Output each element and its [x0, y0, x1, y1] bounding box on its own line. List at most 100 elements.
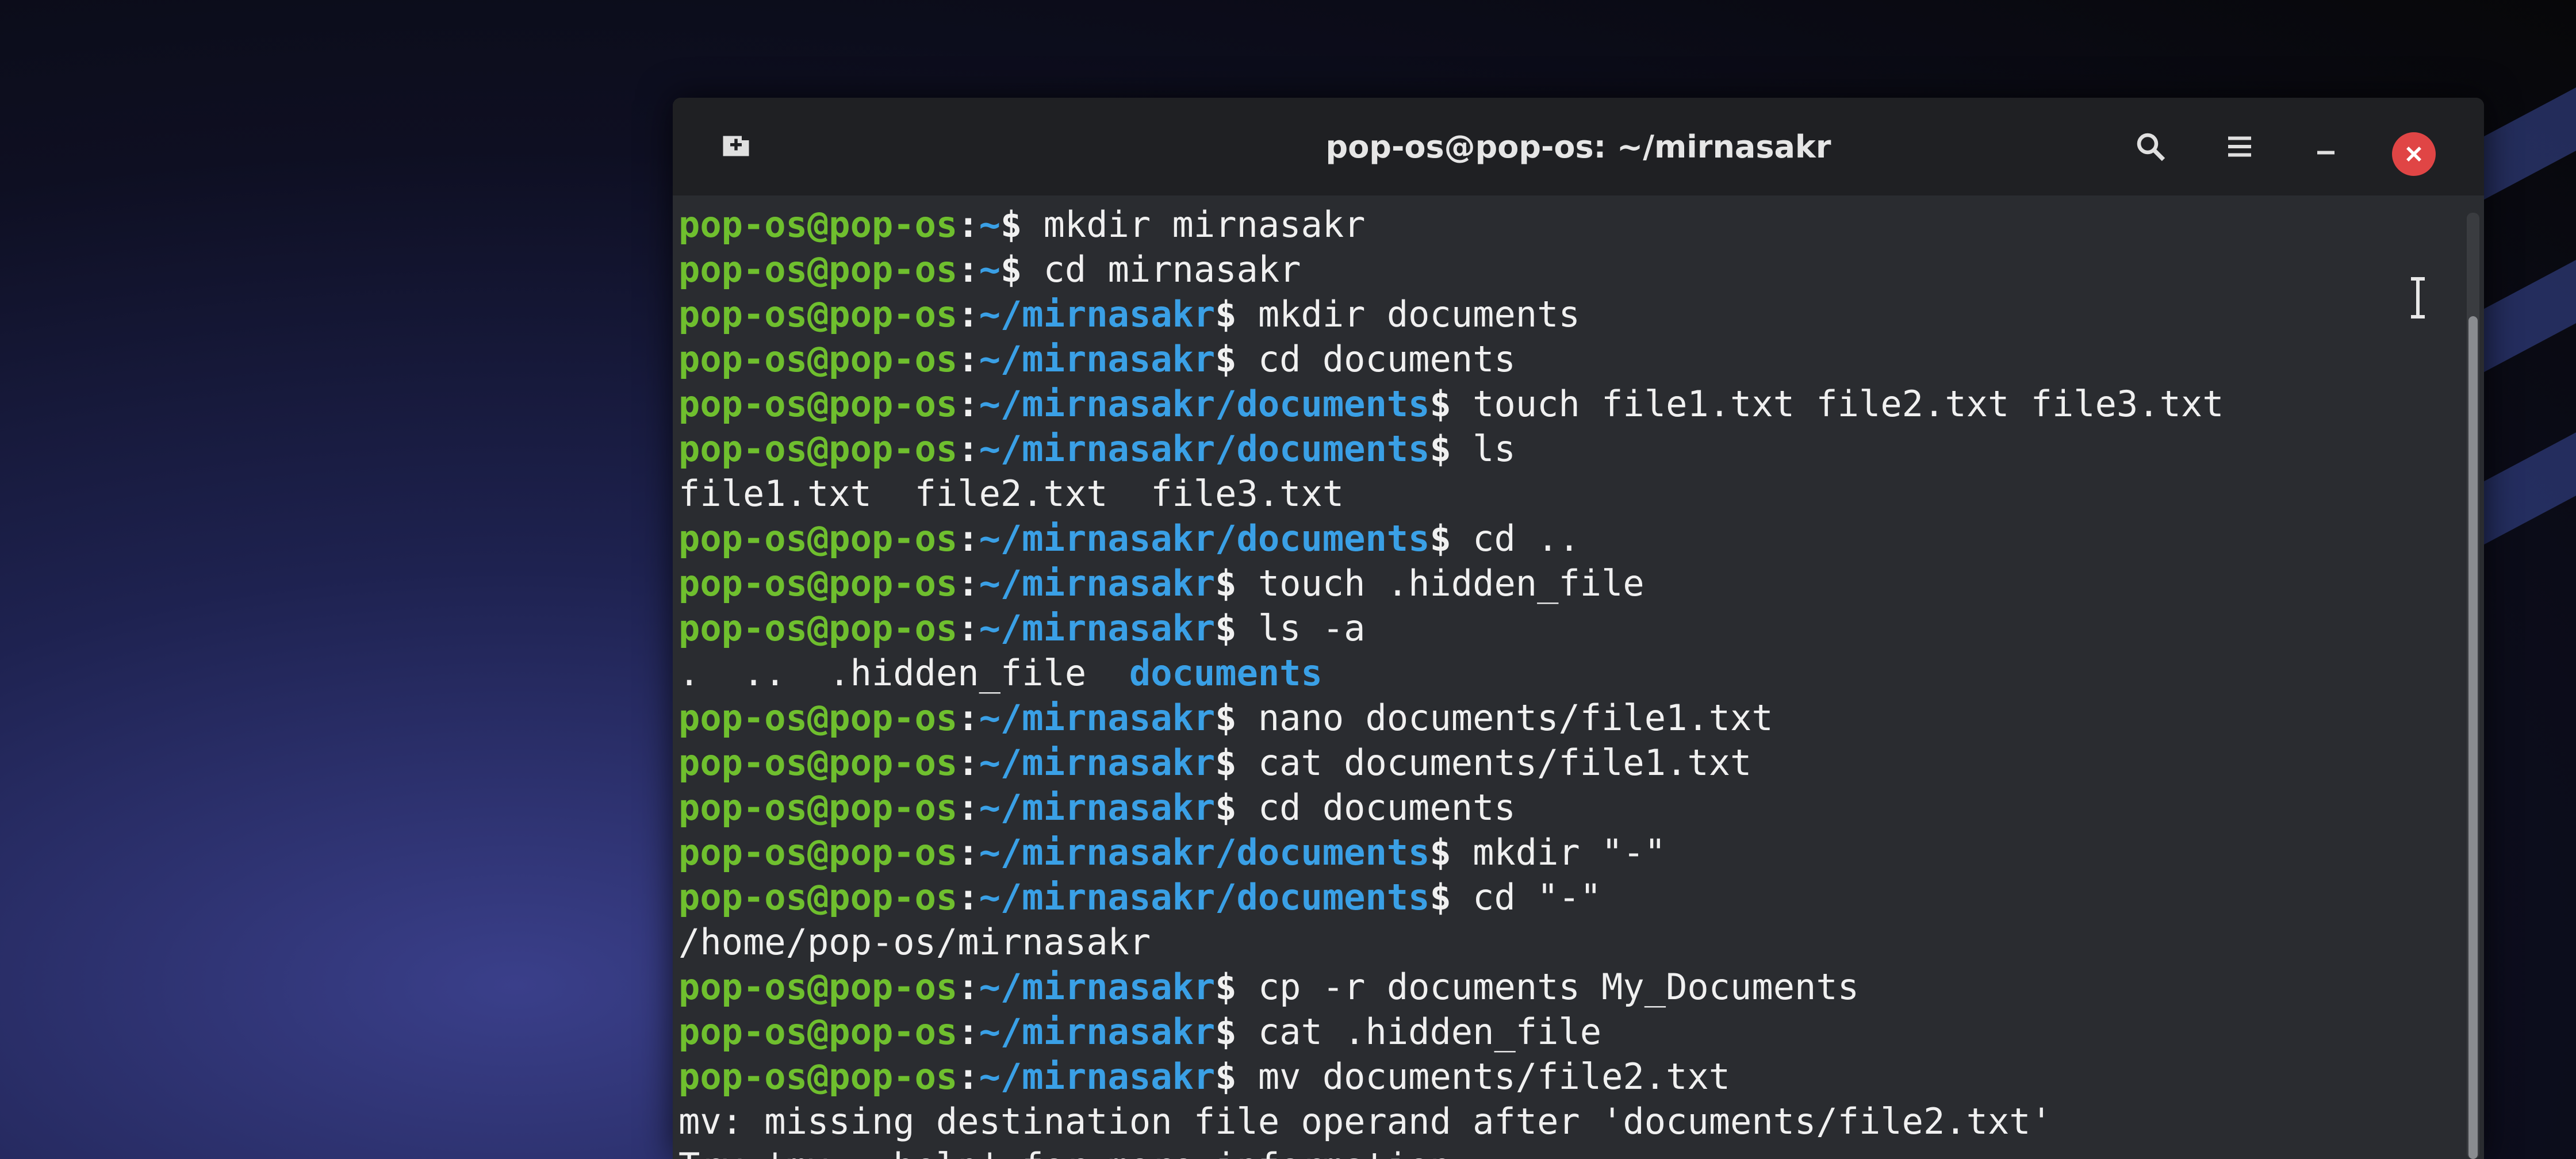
prompt-path: ~/mirnasakr	[979, 966, 1216, 1008]
prompt-user-host: pop-os@pop-os	[678, 204, 958, 245]
prompt-colon: :	[957, 876, 979, 918]
prompt-path: ~/mirnasakr	[979, 742, 1216, 784]
prompt-colon: :	[957, 607, 979, 649]
scrollbar-thumb[interactable]	[2468, 316, 2478, 1159]
prompt-colon: :	[957, 562, 979, 604]
command-text: touch file1.txt file2.txt file3.txt	[1473, 383, 2224, 425]
prompt-dollar: $	[1215, 1011, 1258, 1053]
prompt-colon: :	[957, 966, 979, 1008]
output-text: /home/pop-os/mirnasakr	[678, 921, 1151, 963]
prompt-path: ~/mirnasakr	[979, 1056, 1216, 1097]
prompt-user-host: pop-os@pop-os	[678, 293, 958, 335]
prompt-dollar: $	[1429, 517, 1473, 559]
terminal-line: pop-os@pop-os:~/mirnasakr$ mv documents/…	[673, 1054, 2461, 1099]
hamburger-menu-icon	[2228, 136, 2251, 157]
prompt-user-host: pop-os@pop-os	[678, 1011, 958, 1053]
terminal-line: pop-os@pop-os:~/mirnasakr$ cd documents	[673, 337, 2461, 382]
prompt-dollar: $	[1429, 383, 1473, 425]
command-text: mkdir "-"	[1473, 831, 1666, 873]
terminal-line: pop-os@pop-os:~/mirnasakr/documents$ cd …	[673, 516, 2461, 561]
terminal-line: pop-os@pop-os:~/mirnasakr/documents$ ls	[673, 427, 2461, 471]
prompt-colon: :	[957, 1011, 979, 1053]
prompt-colon: :	[957, 383, 979, 425]
close-icon	[2406, 147, 2421, 162]
terminal-line: pop-os@pop-os:~$ cd mirnasakr	[673, 247, 2461, 292]
terminal-line: pop-os@pop-os:~/mirnasakr$ nano document…	[673, 696, 2461, 740]
terminal-line: pop-os@pop-os:~/mirnasakr$ mkdir documen…	[673, 292, 2461, 337]
terminal-line: pop-os@pop-os:~/mirnasakr/documents$ tou…	[673, 382, 2461, 427]
terminal-line: pop-os@pop-os:~/mirnasakr/documents$ cd …	[673, 875, 2461, 920]
prompt-colon: :	[957, 786, 979, 828]
prompt-user-host: pop-os@pop-os	[678, 517, 958, 559]
prompt-path: ~/mirnasakr	[979, 607, 1216, 649]
output-text: . .. .hidden_file	[678, 652, 1129, 694]
terminal-line: pop-os@pop-os:~/mirnasakr$ ls -a	[673, 606, 2461, 651]
prompt-dollar: $	[1215, 742, 1258, 784]
prompt-path: ~/mirnasakr	[979, 562, 1216, 604]
wallpaper-stripe	[2472, 87, 2576, 206]
menu-button[interactable]	[2214, 121, 2266, 172]
wallpaper-stripe	[2472, 260, 2576, 378]
command-text: nano documents/file1.txt	[1258, 697, 1773, 739]
prompt-colon: :	[957, 697, 979, 739]
prompt-user-host: pop-os@pop-os	[678, 966, 958, 1008]
terminal-line: pop-os@pop-os:~$ mkdir mirnasakr	[673, 202, 2461, 247]
prompt-path: ~/mirnasakr/documents	[979, 831, 1430, 873]
command-text: cd ..	[1473, 517, 1580, 559]
prompt-dollar: $	[1215, 966, 1258, 1008]
prompt-user-host: pop-os@pop-os	[678, 428, 958, 470]
terminal-line: pop-os@pop-os:~/mirnasakr$ cp -r documen…	[673, 965, 2461, 1010]
terminal-output[interactable]: pop-os@pop-os:~$ mkdir mirnasakr pop-os@p…	[673, 195, 2461, 1159]
terminal-scrollbar[interactable]	[2467, 213, 2479, 1159]
minimize-button[interactable]	[2300, 121, 2352, 172]
prompt-user-host: pop-os@pop-os	[678, 383, 958, 425]
output-text: mv: missing destination file operand aft…	[678, 1100, 2052, 1142]
close-button[interactable]	[2392, 132, 2436, 176]
prompt-path: ~/mirnasakr	[979, 786, 1216, 828]
search-button[interactable]	[2125, 121, 2176, 172]
prompt-user-host: pop-os@pop-os	[678, 742, 958, 784]
command-text: cd documents	[1258, 338, 1516, 380]
terminal-line: pop-os@pop-os:~/mirnasakr$ cat .hidden_f…	[673, 1010, 2461, 1054]
terminal-line: mv: missing destination file operand aft…	[673, 1099, 2461, 1144]
command-text: cp -r documents My_Documents	[1258, 966, 1860, 1008]
prompt-dollar: $	[1215, 1056, 1258, 1097]
terminal-line: /home/pop-os/mirnasakr	[673, 920, 2461, 965]
prompt-path: ~/mirnasakr	[979, 293, 1216, 335]
prompt-path: ~/mirnasakr	[979, 1011, 1216, 1053]
output-directory: documents	[1129, 652, 1322, 694]
prompt-dollar: $	[1429, 831, 1473, 873]
prompt-dollar: $	[1215, 338, 1258, 380]
prompt-colon: :	[957, 428, 979, 470]
prompt-user-host: pop-os@pop-os	[678, 786, 958, 828]
command-text: cd documents	[1258, 786, 1516, 828]
prompt-colon: :	[957, 204, 979, 245]
prompt-dollar: $	[1215, 786, 1258, 828]
search-icon	[2137, 133, 2165, 162]
prompt-user-host: pop-os@pop-os	[678, 607, 958, 649]
prompt-path: ~	[979, 248, 1000, 290]
prompt-dollar: $	[1215, 293, 1258, 335]
prompt-colon: :	[957, 293, 979, 335]
terminal-line: Try 'mv --help' for more information.	[673, 1144, 2461, 1159]
command-text: cat documents/file1.txt	[1258, 742, 1752, 784]
command-text: mkdir documents	[1258, 293, 1580, 335]
terminal-window: pop-os@pop-os: ~/mirnasakr pop-os@pop-os…	[673, 98, 2484, 1159]
prompt-user-host: pop-os@pop-os	[678, 562, 958, 604]
wallpaper-stripe	[2472, 432, 2576, 551]
prompt-path: ~/mirnasakr/documents	[979, 383, 1430, 425]
terminal-line: pop-os@pop-os:~/mirnasakr/documents$ mkd…	[673, 830, 2461, 875]
prompt-dollar: $	[1215, 607, 1258, 649]
prompt-colon: :	[957, 831, 979, 873]
prompt-dollar: $	[1429, 428, 1473, 470]
terminal-headerbar: pop-os@pop-os: ~/mirnasakr	[673, 98, 2484, 195]
command-text: touch .hidden_file	[1258, 562, 1644, 604]
command-text: mkdir mirnasakr	[1043, 204, 1366, 245]
prompt-path: ~/mirnasakr	[979, 697, 1216, 739]
prompt-user-host: pop-os@pop-os	[678, 1056, 958, 1097]
prompt-user-host: pop-os@pop-os	[678, 697, 958, 739]
terminal-line: pop-os@pop-os:~/mirnasakr$ cat documents…	[673, 740, 2461, 785]
window-title: pop-os@pop-os: ~/mirnasakr	[1325, 128, 1831, 165]
prompt-user-host: pop-os@pop-os	[678, 876, 958, 918]
output-text: file1.txt file2.txt file3.txt	[678, 473, 1344, 515]
